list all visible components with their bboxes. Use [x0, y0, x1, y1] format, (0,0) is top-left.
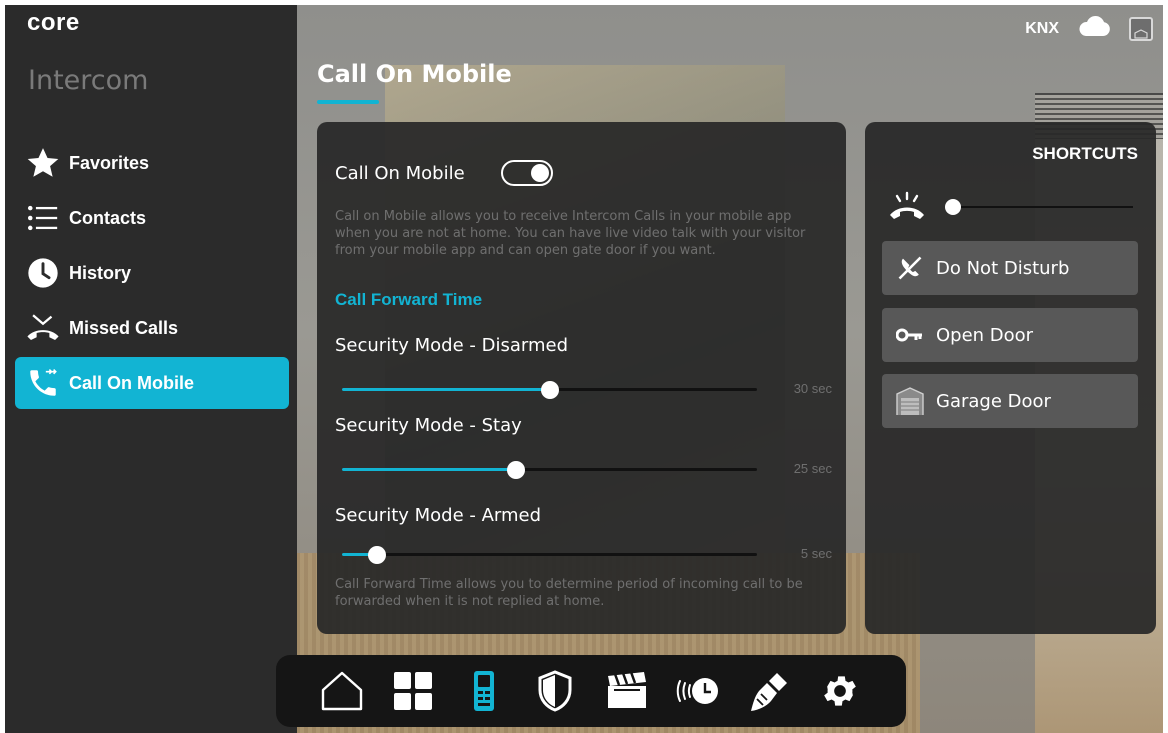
ringer-icon [887, 190, 927, 227]
garage-icon [894, 385, 926, 417]
mode-label-armed: Security Mode - Armed [335, 505, 542, 526]
call-forward-description: Call Forward Time allows you to determin… [335, 577, 803, 609]
toggle-label: Call On Mobile [335, 162, 465, 184]
intercom-screen: core Intercom Favorites Contacts History [5, 5, 1163, 733]
settings-gear-icon[interactable] [815, 666, 865, 716]
do-not-disturb-button[interactable]: Do Not Disturb [882, 241, 1138, 295]
slider-track[interactable] [342, 461, 757, 479]
sidebar-item-call-on-mobile[interactable]: Call On Mobile [15, 357, 289, 409]
call-on-mobile-toggle[interactable] [500, 160, 553, 186]
call-on-mobile-toggle-row: Call On Mobile [335, 160, 553, 186]
missed-call-icon [25, 310, 61, 346]
page-title: Call On Mobile [317, 60, 512, 88]
ring-volume-row [887, 191, 1137, 220]
slider-track[interactable] [342, 381, 757, 399]
shortcut-label: Do Not Disturb [936, 257, 1070, 279]
list-icon [25, 200, 61, 236]
clock-icon [25, 255, 61, 291]
sidebar-item-history[interactable]: History [15, 247, 289, 299]
phone-forward-icon [25, 365, 61, 401]
sidebar-item-label: Call On Mobile [69, 372, 195, 393]
armed-slider: 5 sec [342, 543, 832, 565]
sidebar-item-missed-calls[interactable]: Missed Calls [15, 302, 289, 354]
status-bar: KNX [1025, 15, 1153, 42]
slider-knob[interactable] [368, 546, 387, 564]
sidebar-item-favorites[interactable]: Favorites [15, 137, 289, 189]
call-on-mobile-panel: Call On Mobile Call on Mobile allows you… [317, 122, 846, 634]
slider-value: 25 sec [793, 461, 832, 476]
home-icon[interactable] [317, 666, 367, 716]
mode-label-disarmed: Security Mode - Disarmed [335, 335, 569, 356]
sidebar-item-label: Contacts [69, 207, 147, 228]
mode-label-stay: Security Mode - Stay [335, 415, 522, 436]
slider-fill [342, 388, 550, 391]
section-title: Intercom [28, 65, 149, 96]
knx-status[interactable]: KNX [1025, 20, 1059, 38]
sidebar-nav: Favorites Contacts History Missed Calls [15, 137, 289, 412]
security-shield-icon[interactable] [530, 666, 580, 716]
sidebar-item-contacts[interactable]: Contacts [15, 192, 289, 244]
toggle-knob [530, 164, 549, 182]
slider-track[interactable] [342, 546, 757, 564]
sidebar-item-label: Favorites [69, 152, 150, 173]
shortcuts-panel: SHORTCUTS Do Not Disturb Open Door Garag… [865, 122, 1156, 634]
bottom-dock [276, 655, 906, 727]
stay-slider: 25 sec [342, 458, 832, 480]
sidebar-item-label: Missed Calls [69, 317, 179, 338]
timer-icon[interactable] [673, 666, 723, 716]
intercom-icon[interactable] [459, 666, 509, 716]
star-icon [25, 145, 61, 181]
sidebar: core Intercom Favorites Contacts History [5, 5, 297, 733]
slider-value: 5 sec [800, 546, 832, 561]
cloud-icon[interactable] [1077, 15, 1111, 42]
shortcut-label: Open Door [936, 324, 1034, 346]
cleaning-brush-icon[interactable] [744, 666, 794, 716]
ring-volume-slider[interactable] [945, 199, 1133, 215]
sidebar-item-label: History [69, 262, 132, 283]
shortcut-label: Garage Door [936, 390, 1051, 412]
home-screen-icon[interactable] [1129, 16, 1153, 41]
call-forward-title: Call Forward Time [335, 290, 483, 309]
ring-volume-knob[interactable] [945, 199, 961, 215]
slider-knob[interactable] [507, 461, 526, 479]
scenes-clapper-icon[interactable] [602, 666, 652, 716]
open-door-button[interactable]: Open Door [882, 308, 1138, 362]
dashboard-grid-icon[interactable] [388, 666, 438, 716]
do-not-disturb-icon [894, 252, 926, 284]
slider-knob[interactable] [540, 381, 559, 399]
shortcuts-title: SHORTCUTS [1032, 144, 1138, 163]
key-icon [894, 319, 926, 351]
slider-fill [342, 468, 517, 471]
app-logo: core [27, 9, 80, 36]
garage-door-button[interactable]: Garage Door [882, 374, 1138, 428]
title-underline [317, 100, 379, 104]
call-on-mobile-description: Call on Mobile allows you to receive Int… [335, 209, 806, 258]
disarmed-slider: 30 sec [342, 378, 832, 400]
slider-value: 30 sec [793, 381, 832, 396]
